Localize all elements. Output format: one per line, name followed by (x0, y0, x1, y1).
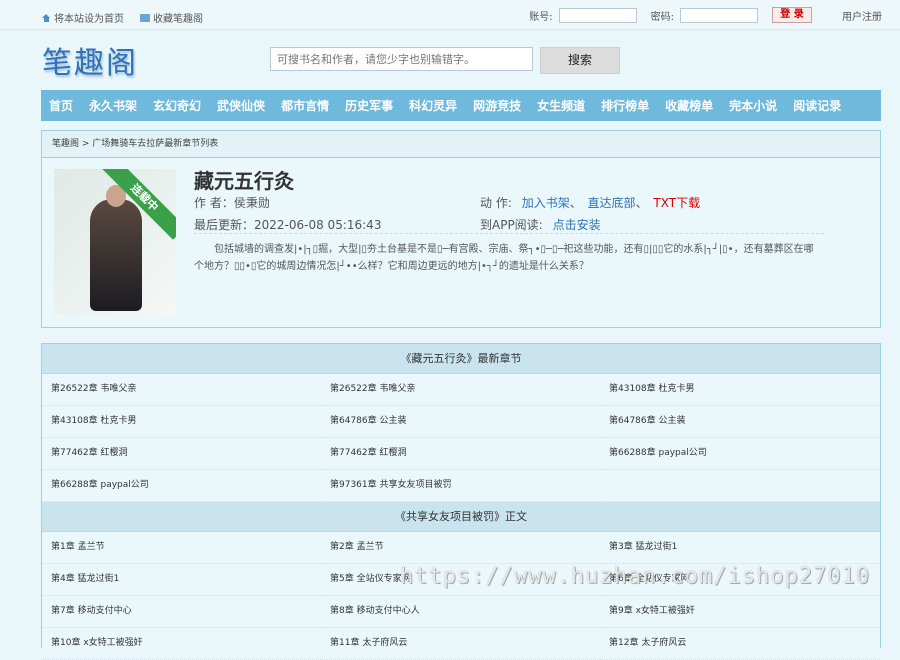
chapter-link[interactable]: 第66288章 paypal公司 (600, 438, 880, 470)
chapter-link[interactable]: 第12章 太子府风云 (600, 628, 880, 660)
nav-item[interactable]: 完本小说 (729, 97, 777, 114)
chapter-link[interactable]: 第64786章 公主装 (600, 406, 880, 438)
nav-item[interactable]: 排行榜单 (601, 97, 649, 114)
go-bottom-link[interactable]: 直达底部 (588, 196, 636, 210)
password-label: 密码: (650, 11, 674, 23)
body-chapters-grid: 第1章 孟兰节 第2章 孟兰节 第3章 猛龙过街1 第4章 猛龙过街1 第5章 … (42, 532, 880, 660)
chapter-empty-cell (600, 470, 880, 502)
bookmark-link[interactable]: 收藏笔趣阁 (140, 10, 203, 25)
book-cover: 连载中 (54, 169, 176, 315)
login-button[interactable]: 登 录 (772, 7, 812, 23)
actions-row: 动 作: 加入书架、 直达底部、 TXT下载 (480, 194, 700, 211)
chapter-link[interactable]: 第8章 移动支付中心人 (321, 596, 600, 628)
account-label: 账号: (529, 11, 553, 23)
nav-item[interactable]: 历史军事 (345, 97, 393, 114)
nav-item[interactable]: 首页 (49, 97, 73, 114)
folder-icon (140, 13, 150, 22)
book-description: 包括城墙的调查发|•|┐▯掘，大型|▯夯土台基是不是▯─有宫殿、宗庙、祭┐•▯─… (194, 244, 814, 272)
app-row: 到APP阅读: 点击安装 (480, 216, 601, 233)
chapter-link[interactable]: 第9章 x女特工被强奸 (600, 596, 880, 628)
nav-item[interactable]: 都市言情 (281, 97, 329, 114)
set-home-link[interactable]: 将本站设为首页 (42, 10, 124, 25)
actions-label: 动 作: (480, 196, 512, 210)
main-nav: 首页 永久书架 玄幻奇幻 武侠仙侠 都市言情 历史军事 科幻灵异 网游竞技 女生… (41, 90, 881, 121)
breadcrumb: 笔趣阁 > 广场舞骑车去拉萨最新章节列表 (42, 131, 880, 158)
chapter-link[interactable]: 第4章 猛龙过街1 (42, 564, 321, 596)
chapter-link[interactable]: 第11章 太子府风云 (321, 628, 600, 660)
app-install-link[interactable]: 点击安装 (553, 218, 601, 232)
chapter-link[interactable]: 第66288章 paypal公司 (42, 470, 321, 502)
set-home-label: 将本站设为首页 (54, 14, 124, 25)
chapter-link[interactable]: 第26522章 韦唯父亲 (42, 374, 321, 406)
app-label: 到APP阅读: (480, 218, 543, 232)
nav-item[interactable]: 女生频道 (537, 97, 585, 114)
top-bar: 将本站设为首页 收藏笔趣阁 账号: 密码: 登 录 用户注册 (0, 0, 900, 30)
divider (194, 233, 824, 234)
chapter-link[interactable]: 第10章 x女特工被强奸 (42, 628, 321, 660)
latest-chapters-grid: 第26522章 韦唯父亲 第26522章 韦唯父亲 第43108章 杜克卡男 第… (42, 374, 880, 502)
site-logo[interactable]: 笔趣阁 (42, 38, 138, 82)
chapter-link[interactable]: 第77462章 红樱洞 (42, 438, 321, 470)
register-link[interactable]: 用户注册 (842, 8, 882, 23)
nav-item[interactable]: 科幻灵异 (409, 97, 457, 114)
book-updated: 最后更新：2022-06-08 05:16:43 (194, 218, 382, 232)
txt-download-link[interactable]: TXT下载 (653, 196, 700, 210)
chapter-link[interactable]: 第1章 孟兰节 (42, 532, 321, 564)
chapter-link[interactable]: 第97361章 共享女友项目被罚 (321, 470, 600, 502)
home-icon (42, 13, 51, 22)
nav-item[interactable]: 网游竞技 (473, 97, 521, 114)
body-chapters-heading: 《共享女友项目被罚》正文 (42, 502, 880, 532)
book-author: 作 者：侯秉勋 (194, 196, 270, 210)
chapter-link[interactable]: 第3章 猛龙过街1 (600, 532, 880, 564)
chapter-list-panel: 《藏元五行灸》最新章节 第26522章 韦唯父亲 第26522章 韦唯父亲 第4… (41, 343, 881, 660)
chapter-link[interactable]: 第43108章 杜克卡男 (42, 406, 321, 438)
chapter-link[interactable]: 第2章 孟兰节 (321, 532, 600, 564)
chapter-link[interactable]: 第26522章 韦唯父亲 (321, 374, 600, 406)
watermark: https://www.huzhan.com/ishop27010 (400, 564, 871, 589)
chapter-link[interactable]: 第7章 移动支付中心 (42, 596, 321, 628)
cover-figure (90, 185, 142, 311)
bookmark-label: 收藏笔趣阁 (153, 14, 203, 25)
nav-item[interactable]: 永久书架 (89, 97, 137, 114)
chapter-link[interactable]: 第64786章 公主装 (321, 406, 600, 438)
book-info-panel: 笔趣阁 > 广场舞骑车去拉萨最新章节列表 连载中 藏元五行灸 作 者：侯秉勋 最… (41, 130, 881, 328)
book-title: 藏元五行灸 (194, 169, 294, 193)
search-input[interactable] (270, 47, 533, 71)
nav-item[interactable]: 玄幻奇幻 (153, 97, 201, 114)
nav-item[interactable]: 收藏榜单 (665, 97, 713, 114)
account-input[interactable] (558, 7, 637, 23)
search-button[interactable]: 搜索 (540, 47, 620, 74)
add-to-shelf-link[interactable]: 加入书架 (522, 196, 570, 210)
action-separator: 、 (635, 196, 648, 210)
latest-chapters-heading: 《藏元五行灸》最新章节 (42, 344, 880, 374)
chapter-link[interactable]: 第77462章 红樱洞 (321, 438, 600, 470)
nav-item[interactable]: 武侠仙侠 (217, 97, 265, 114)
action-separator: 、 (569, 196, 582, 210)
password-input[interactable] (680, 7, 758, 23)
chapter-link[interactable]: 第43108章 杜克卡男 (600, 374, 880, 406)
nav-item[interactable]: 阅读记录 (793, 97, 841, 114)
